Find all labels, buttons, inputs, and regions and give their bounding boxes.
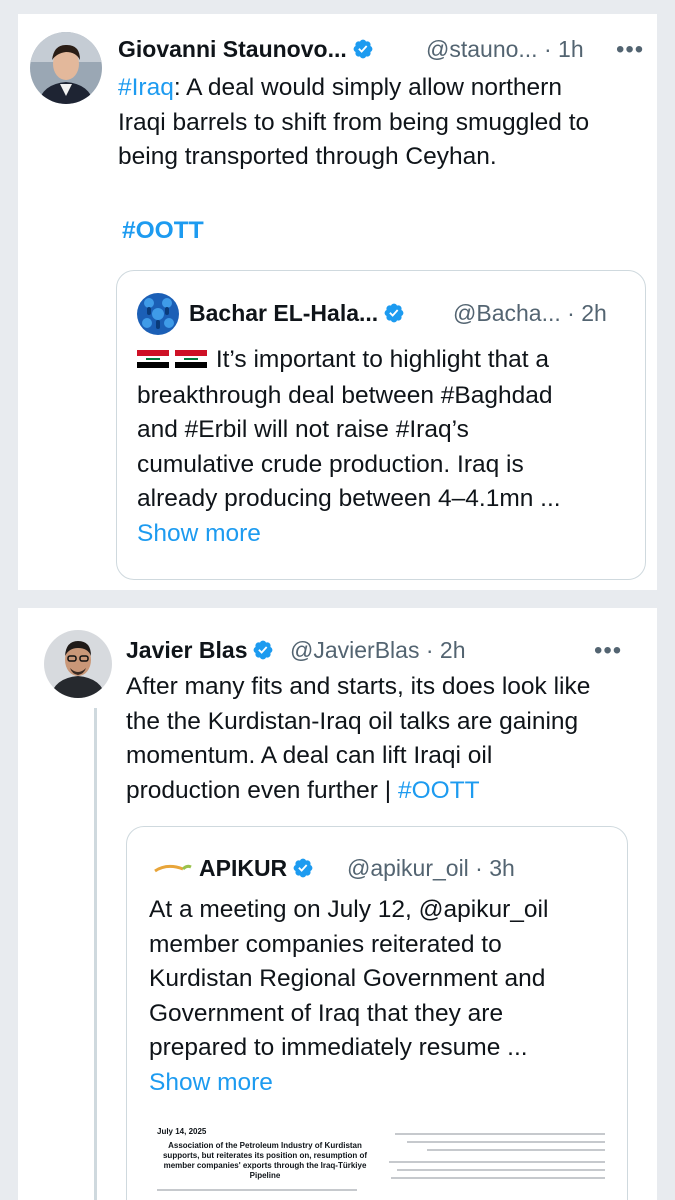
verified-badge-icon (254, 640, 273, 660)
hashtag-link[interactable]: #OOTT (398, 777, 480, 804)
more-options-icon[interactable]: ••• (616, 36, 644, 64)
verified-badge-icon (353, 39, 373, 59)
handle[interactable]: @stauno... (426, 36, 538, 62)
thread-line (94, 708, 97, 1200)
tweet-card-2[interactable]: Javier Blas @JavierBlas · 2h ••• After m… (18, 608, 657, 1200)
document-title: Association of the Petroleum Industry of… (162, 1141, 367, 1180)
timestamp[interactable]: 1h (558, 36, 584, 62)
hashtag-link[interactable]: #OOTT (122, 214, 204, 249)
verified-badge-icon (293, 858, 313, 878)
show-more-link[interactable]: Show more (137, 517, 637, 552)
more-options-icon[interactable]: ••• (594, 637, 622, 665)
quoted-text: At a meeting on July 12, @apikur_oil mem… (149, 893, 619, 1100)
tweet-meta: @stauno... · 1h (426, 36, 584, 62)
arabic-text-line (407, 1141, 605, 1143)
arabic-text-line (391, 1177, 605, 1179)
tweet-text: #Iraq: A deal would simply allow norther… (118, 74, 590, 170)
tweet-meta: @JavierBlas · 2h (290, 637, 466, 663)
verified-badge-icon (384, 303, 404, 323)
quoted-author-name[interactable]: APIKUR (199, 855, 314, 882)
document-date: July 14, 2025 (157, 1127, 207, 1136)
arabic-text-line (157, 1189, 357, 1191)
avatar-bachar[interactable] (137, 293, 179, 335)
avatar-giovanni[interactable] (30, 32, 102, 104)
arabic-text-line (395, 1133, 605, 1135)
iraq-flag-icon (137, 344, 209, 379)
tweet-card-1[interactable]: Giovanni Staunovo... @stauno... · 1h •••… (18, 14, 657, 590)
arabic-text-line (397, 1169, 605, 1171)
timestamp[interactable]: 2h (440, 637, 466, 663)
quoted-meta: @Bacha... · 2h (453, 300, 607, 326)
author-name[interactable]: Giovanni Staunovo... (118, 36, 374, 63)
apikur-logo (153, 861, 193, 875)
arabic-text-line (427, 1149, 605, 1151)
avatar-javier[interactable] (44, 630, 112, 698)
arabic-text-line (389, 1161, 605, 1163)
show-more-link[interactable]: Show more (149, 1066, 619, 1101)
quoted-author-name[interactable]: Bachar EL-Hala... (189, 300, 405, 327)
quoted-tweet[interactable]: Bachar EL-Hala... @Bacha... · 2h It’s im… (116, 270, 646, 580)
quoted-meta: @apikur_oil · 3h (347, 855, 515, 881)
attached-document-image[interactable]: July 14, 2025 Association of the Petrole… (127, 1127, 627, 1200)
quoted-text: It’s important to highlight that a break… (137, 343, 637, 551)
handle[interactable]: @JavierBlas (290, 637, 419, 663)
tweet-text: After many fits and starts, its does loo… (126, 673, 591, 804)
author-name[interactable]: Javier Blas (126, 637, 274, 664)
quoted-tweet[interactable]: APIKUR @apikur_oil · 3h At a meeting on … (126, 826, 628, 1200)
hashtag-link[interactable]: #Iraq (118, 74, 174, 101)
